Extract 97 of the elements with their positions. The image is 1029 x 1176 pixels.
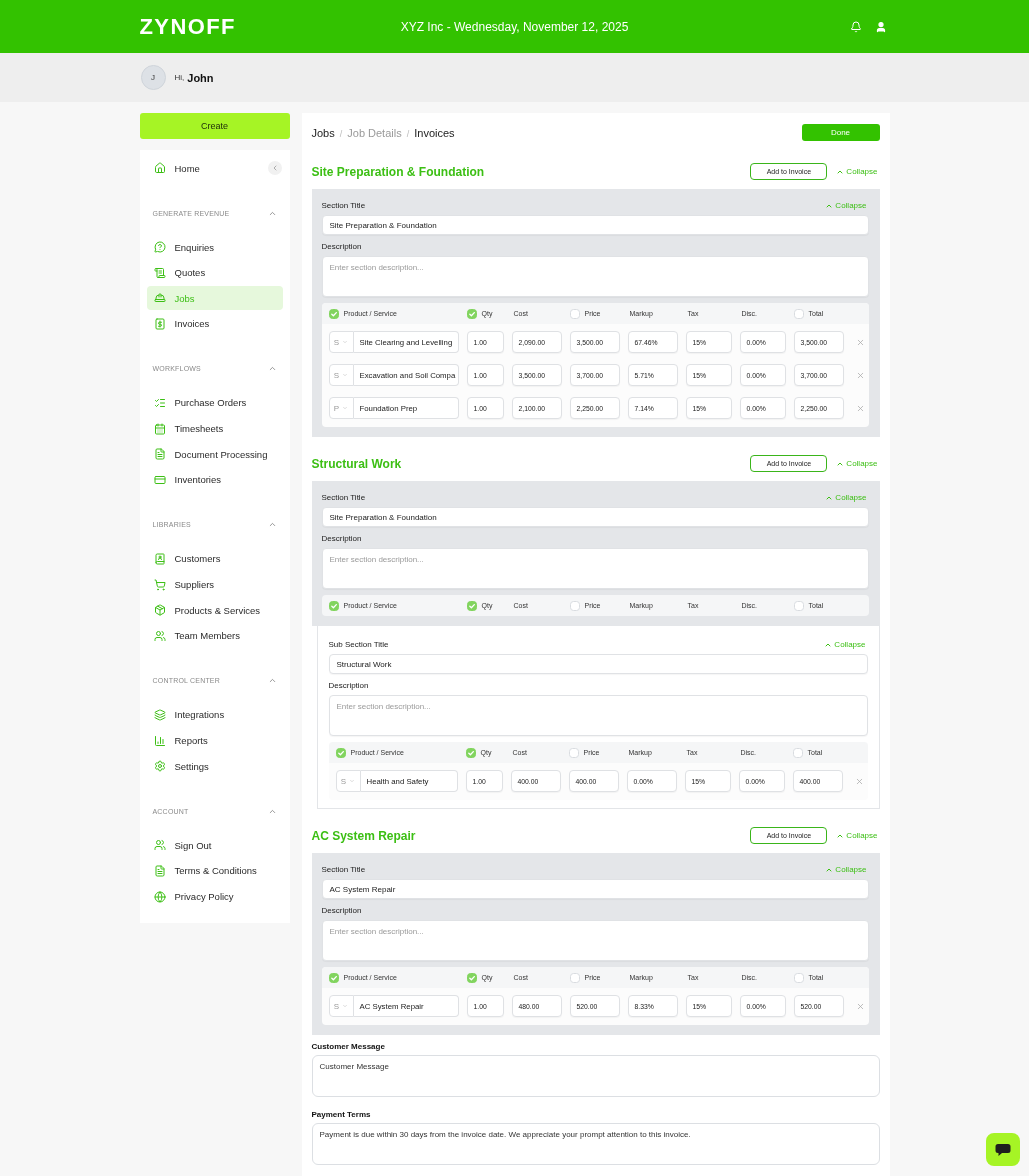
sidebar-item[interactable]: Privacy Policy bbox=[146, 884, 283, 909]
checkbox[interactable] bbox=[465, 747, 476, 758]
chevron-down-icon bbox=[342, 1003, 349, 1009]
close-icon[interactable] bbox=[855, 370, 865, 380]
user-icon[interactable] bbox=[874, 20, 887, 33]
checkbox[interactable] bbox=[328, 972, 339, 983]
bell-icon[interactable] bbox=[849, 20, 862, 33]
field-label: Customer Message bbox=[311, 1042, 386, 1052]
box-icon bbox=[153, 604, 166, 617]
sidebar-item[interactable]: Timesheets bbox=[146, 416, 283, 441]
question-bubble-icon bbox=[153, 241, 166, 253]
settings-icon bbox=[153, 760, 166, 773]
field-label: Sub Section Title bbox=[328, 640, 389, 650]
field-label: Description bbox=[321, 906, 363, 916]
dollar-document-icon bbox=[153, 317, 166, 330]
users-icon bbox=[153, 629, 166, 642]
close-icon[interactable] bbox=[855, 403, 865, 413]
logo: ZYNOFF bbox=[139, 15, 237, 38]
cart-icon bbox=[153, 578, 166, 591]
sidebar-item[interactable]: Settings bbox=[146, 754, 283, 779]
document-icon bbox=[153, 448, 166, 461]
contact-book-icon bbox=[153, 552, 166, 565]
section-heading: Site Preparation & Foundation bbox=[311, 164, 486, 179]
breadcrumb-separator: / bbox=[339, 128, 343, 139]
chevron-down-icon bbox=[342, 405, 349, 411]
sidebar-item[interactable]: Products & Services bbox=[146, 598, 283, 623]
breadcrumb-separator: / bbox=[406, 128, 410, 139]
home-icon bbox=[153, 162, 166, 174]
user-name: John bbox=[187, 71, 214, 84]
sidebar-item[interactable]: Purchase Orders bbox=[146, 390, 283, 415]
chat-button[interactable] bbox=[986, 1133, 1020, 1166]
subsection-title-field[interactable]: Structural Work bbox=[328, 654, 868, 674]
section-title-field[interactable]: Site Preparation & Foundation bbox=[321, 215, 869, 235]
avatar: J bbox=[140, 65, 166, 90]
greeting-text: Hi, bbox=[174, 73, 185, 82]
checkbox[interactable] bbox=[466, 600, 477, 611]
breadcrumb-link[interactable]: Jobs bbox=[311, 126, 335, 139]
sidebar-item[interactable]: Document Processing bbox=[146, 442, 283, 467]
customer-message-field[interactable]: Customer Message bbox=[311, 1055, 880, 1097]
section-title-field[interactable]: AC System Repair bbox=[321, 879, 869, 899]
chevron-down-icon bbox=[342, 339, 349, 345]
field-label: Section Title bbox=[321, 865, 366, 875]
section-heading: Structural Work bbox=[311, 456, 403, 471]
globe-icon bbox=[153, 890, 166, 903]
hard-hat-icon bbox=[153, 292, 166, 305]
field-label: Payment Terms bbox=[311, 1110, 372, 1120]
field-label: Description bbox=[321, 242, 363, 252]
calendar-icon bbox=[153, 422, 166, 435]
payment-terms-field[interactable]: Payment is due within 30 days from the invoice date. We appreciate your prompt attention to this invoice. bbox=[311, 1123, 880, 1165]
field-label: Section Title bbox=[321, 201, 366, 211]
checkbox[interactable] bbox=[466, 308, 477, 319]
sidebar-toggle-button[interactable] bbox=[267, 161, 282, 175]
sidebar-item[interactable]: Sign Out bbox=[146, 833, 283, 858]
section-heading: AC System Repair bbox=[311, 828, 417, 843]
users-icon bbox=[153, 839, 166, 852]
checklist-icon bbox=[153, 396, 166, 409]
checkbox[interactable] bbox=[466, 972, 477, 983]
checkbox[interactable] bbox=[568, 747, 579, 758]
field-label: Section Title bbox=[321, 493, 366, 503]
sidebar-item[interactable]: Enquiries bbox=[146, 235, 283, 259]
header-title: XYZ Inc - Wednesday, November 12, 2025 bbox=[400, 20, 629, 33]
sidebar-item[interactable]: Suppliers bbox=[146, 572, 283, 597]
checkbox[interactable] bbox=[328, 308, 339, 319]
sidebar-item[interactable]: Invoices bbox=[146, 311, 283, 336]
create-button[interactable]: Create bbox=[139, 113, 290, 139]
sidebar-item[interactable]: Terms & Conditions bbox=[146, 858, 283, 883]
field-label: Description bbox=[321, 534, 363, 544]
bar-chart-icon bbox=[153, 734, 166, 747]
checkbox[interactable] bbox=[793, 308, 804, 319]
chevron-down-icon bbox=[349, 778, 356, 784]
checkbox[interactable] bbox=[793, 600, 804, 611]
checkbox[interactable] bbox=[793, 972, 804, 983]
sidebar-item[interactable]: Customers bbox=[146, 546, 283, 571]
checkbox[interactable] bbox=[569, 600, 580, 611]
sidebar-item[interactable]: Integrations bbox=[146, 702, 283, 727]
close-icon[interactable] bbox=[855, 1001, 865, 1011]
sidebar-item[interactable]: Reports bbox=[146, 728, 283, 753]
sidebar-item[interactable]: Team Members bbox=[146, 623, 283, 648]
chat-bubble-icon bbox=[995, 1142, 1011, 1157]
section-title-field[interactable]: Site Preparation & Foundation bbox=[321, 507, 869, 527]
scroll-icon bbox=[153, 266, 166, 279]
sidebar-item[interactable]: Quotes bbox=[146, 260, 283, 285]
checkbox[interactable] bbox=[335, 747, 346, 758]
breadcrumb-current: Invoices bbox=[414, 126, 455, 139]
layers-icon bbox=[153, 708, 166, 721]
checkbox[interactable] bbox=[792, 747, 803, 758]
sidebar-item[interactable]: Home bbox=[146, 156, 268, 180]
chevron-down-icon bbox=[342, 372, 349, 378]
checkbox[interactable] bbox=[328, 600, 339, 611]
card-icon bbox=[153, 473, 166, 486]
checkbox[interactable] bbox=[569, 308, 580, 319]
sidebar-item[interactable]: Inventories bbox=[146, 467, 283, 492]
checkbox[interactable] bbox=[569, 972, 580, 983]
close-icon[interactable] bbox=[855, 337, 865, 347]
document-icon bbox=[153, 864, 166, 877]
close-icon[interactable] bbox=[854, 776, 864, 786]
field-label: Description bbox=[328, 681, 370, 691]
